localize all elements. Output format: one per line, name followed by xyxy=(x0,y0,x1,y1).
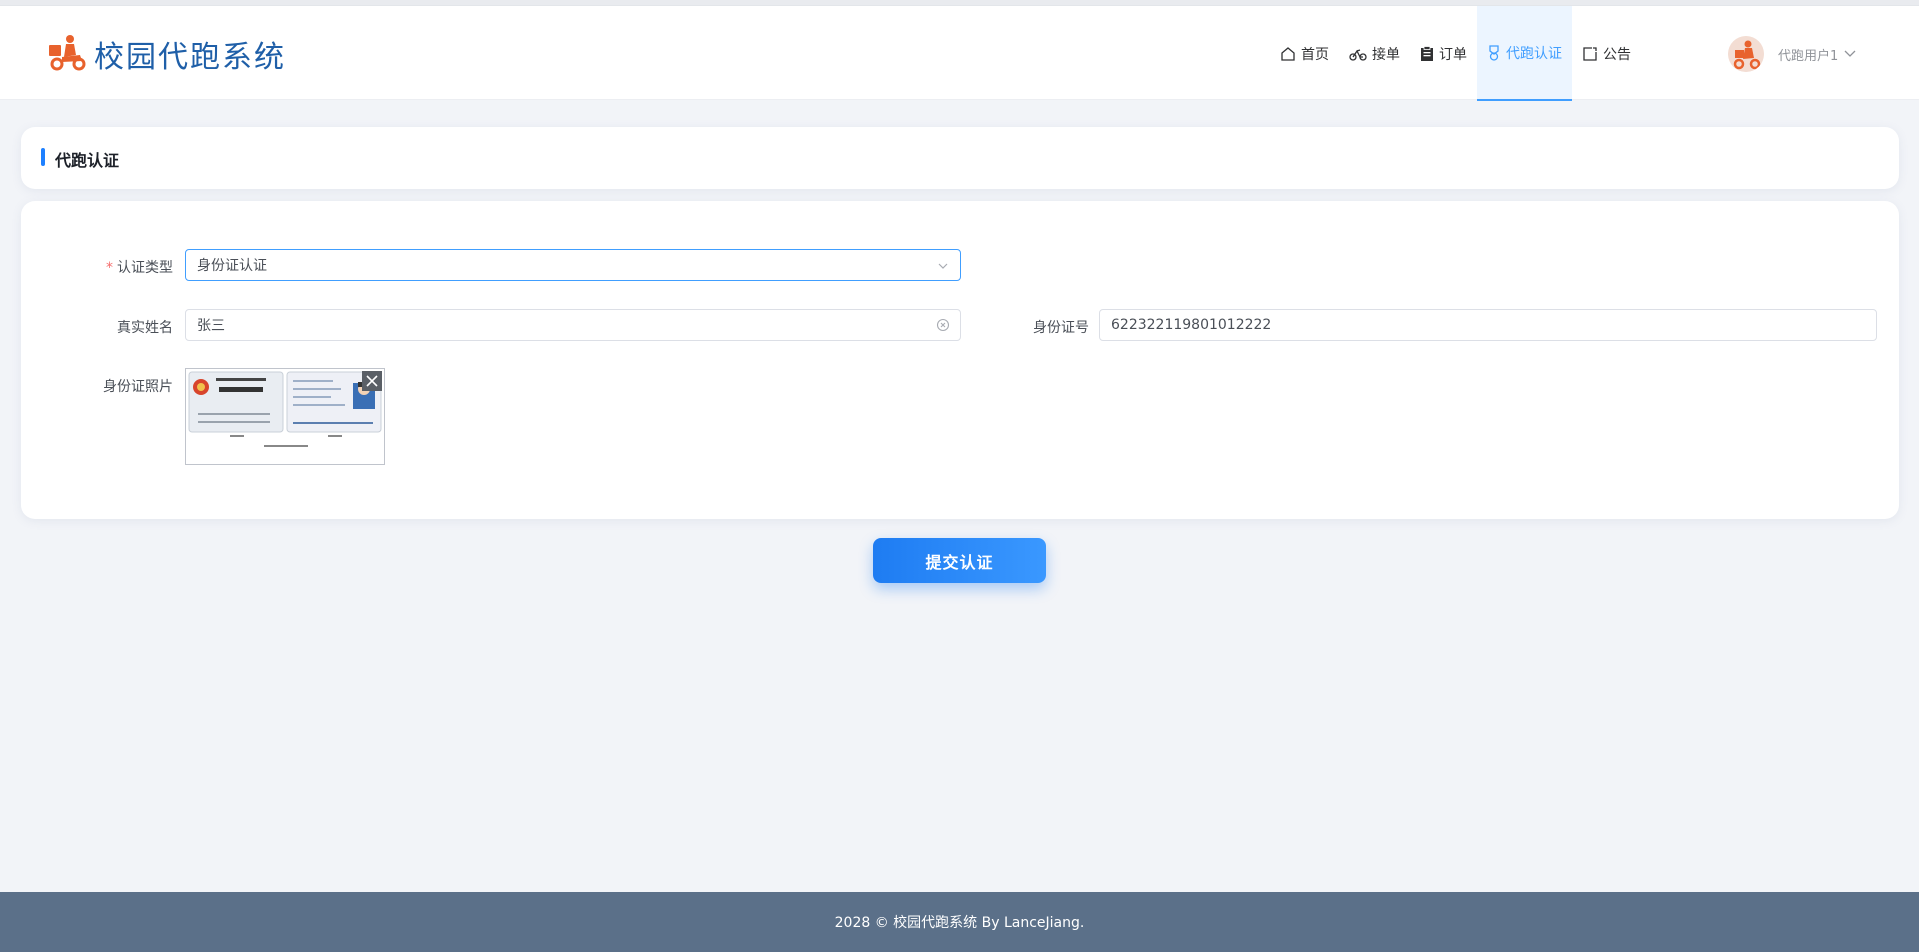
page-title: 代跑认证 xyxy=(55,151,120,170)
nav-label-runner-auth: 代跑认证 xyxy=(1506,45,1562,62)
clipboard-icon xyxy=(1421,45,1433,61)
remove-photo-button[interactable] xyxy=(362,371,382,391)
user-name: 代跑用户1 xyxy=(1778,48,1839,64)
chevron-down-icon xyxy=(1844,50,1856,57)
auth-type-value: 身份证认证 xyxy=(197,258,267,274)
nav-item-notice[interactable]: 公告 xyxy=(1572,6,1641,101)
id-number-label: 身份证号 xyxy=(1033,320,1089,336)
nav-item-home[interactable]: 首页 xyxy=(1270,6,1339,101)
nav-label-orders: 订单 xyxy=(1439,46,1467,63)
id-photo-thumbnail[interactable] xyxy=(185,368,385,465)
top-nav: 首页 接单 订单 代跑认证 公告 xyxy=(1270,6,1641,101)
avatar[interactable] xyxy=(1728,36,1764,72)
clear-icon[interactable] xyxy=(936,318,950,332)
footer: 2028 © 校园代跑系统 By LanceJiang. xyxy=(0,892,1919,952)
notice-icon xyxy=(1583,46,1597,61)
id-number-input[interactable]: 622322119801012222 xyxy=(1099,309,1877,341)
app-title: 校园代跑系统 xyxy=(94,40,286,75)
submit-auth-button[interactable]: 提交认证 xyxy=(873,538,1046,583)
nav-item-runner-auth[interactable]: 代跑认证 xyxy=(1477,6,1572,101)
page-title-card: 代跑认证 xyxy=(21,127,1899,189)
real-name-value: 张三 xyxy=(197,318,225,334)
user-menu[interactable]: 代跑用户1 xyxy=(1728,36,1856,72)
real-name-label: 真实姓名 xyxy=(117,320,173,336)
delivery-scooter-icon xyxy=(48,33,86,76)
bicycle-icon xyxy=(1349,48,1367,61)
footer-copyright: 2028 © 校园代跑系统 By LanceJiang. xyxy=(834,915,1085,931)
close-icon xyxy=(366,375,378,387)
title-accent-bar xyxy=(41,148,45,166)
nav-label-home: 首页 xyxy=(1301,46,1329,63)
id-number-value: 622322119801012222 xyxy=(1111,317,1272,333)
id-photo-label: 身份证照片 xyxy=(103,379,173,395)
nav-label-accept-orders: 接单 xyxy=(1372,46,1400,63)
auth-type-label: * 认证类型 xyxy=(106,260,173,276)
medal-icon xyxy=(1489,44,1499,61)
nav-label-notice: 公告 xyxy=(1603,46,1631,63)
real-name-input[interactable]: 张三 xyxy=(185,309,961,341)
header: 校园代跑系统 首页 接单 订单 代跑认证 公告 代跑用户1 xyxy=(0,5,1919,101)
auth-type-select[interactable]: 身份证认证 xyxy=(185,249,961,281)
auth-form: * 认证类型 身份证认证 真实姓名 张三 身份证号 622322119801012… xyxy=(21,201,1899,519)
required-asterisk: * xyxy=(106,260,113,276)
nav-item-accept-orders[interactable]: 接单 xyxy=(1339,6,1410,101)
chevron-down-icon xyxy=(938,263,948,269)
nav-item-orders[interactable]: 订单 xyxy=(1410,6,1477,101)
id-card-preview-image xyxy=(186,369,384,464)
logo[interactable]: 校园代跑系统 xyxy=(48,32,286,76)
home-icon xyxy=(1281,46,1295,61)
